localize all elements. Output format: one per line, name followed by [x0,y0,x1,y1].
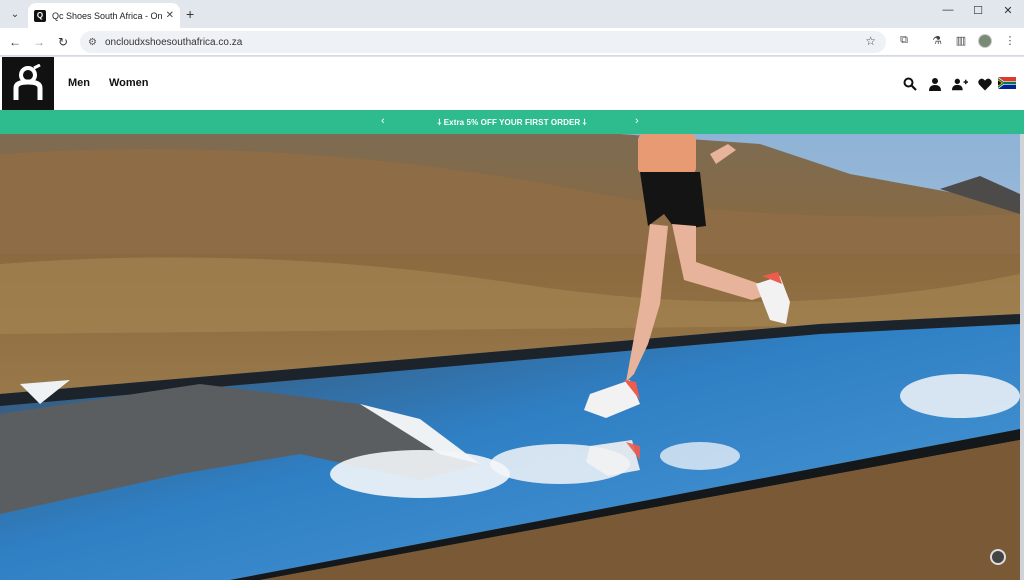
maximize-icon[interactable]: ☐ [968,4,988,17]
back-icon[interactable]: ← [6,33,24,51]
account-icon[interactable] [927,76,943,92]
register-icon[interactable] [952,76,968,92]
close-window-icon[interactable]: ✕ [998,4,1018,17]
labs-icon[interactable]: ⚗ [929,34,945,47]
side-panel-icon[interactable]: ▥ [953,34,969,47]
site-info-icon[interactable]: ⚙ [88,37,97,48]
active-tab[interactable]: Q Qc Shoes South Africa - On Ru ✕ [28,3,180,28]
nav-men[interactable]: Men [68,77,90,89]
minimize-icon[interactable]: — [938,4,958,16]
on-logo[interactable] [2,57,54,110]
nav-women[interactable]: Women [109,77,149,89]
extensions-icon[interactable]: ⧉ [896,34,912,47]
site-header: Men Women [0,57,1024,110]
tab-close-icon[interactable]: ✕ [166,10,174,21]
tab-search-icon[interactable]: ⌄ [6,5,24,23]
south-africa-flag-icon[interactable] [998,77,1016,89]
promo-message: Extra 5% OFF YOUR FIRST ORDER [443,117,581,127]
promo-text: ⸸ Extra 5% OFF YOUR FIRST ORDER ⸸ [437,117,587,127]
url-text: oncloudxshoesouthafrica.co.za [104,36,243,48]
promo-next-arrow[interactable]: › [635,115,639,127]
browser-menu-icon[interactable]: ⋮ [1002,34,1018,47]
browser-toolbar: ← → ↻ ⚙ oncloudxshoesouthafrica.co.za ☆ … [0,28,1024,56]
on-logo-icon [13,63,43,100]
promo-prev-arrow[interactable]: ‹ [381,115,385,127]
tab-title: Qc Shoes South Africa - On Ru [52,10,162,21]
chat-widget-icon[interactable] [990,549,1006,565]
hero-scene [0,134,1020,580]
bookmark-star-icon[interactable]: ☆ [865,34,876,48]
tab-strip: ⌄ Q Qc Shoes South Africa - On Ru ✕ + — … [0,0,1024,28]
address-bar[interactable]: ⚙ oncloudxshoesouthafrica.co.za ☆ [80,31,886,53]
tab-favicon-icon: Q [34,9,46,22]
new-tab-button[interactable]: + [186,5,194,23]
wishlist-icon[interactable] [977,76,993,92]
profile-avatar[interactable] [978,34,992,48]
search-icon[interactable] [902,76,918,92]
hero-image[interactable] [0,134,1020,580]
promo-banner: ‹ ⸸ Extra 5% OFF YOUR FIRST ORDER ⸸ › [0,110,1024,134]
forward-icon[interactable]: → [30,33,48,51]
reload-icon[interactable]: ↻ [54,33,72,51]
page-scrollbar[interactable] [1020,134,1024,580]
